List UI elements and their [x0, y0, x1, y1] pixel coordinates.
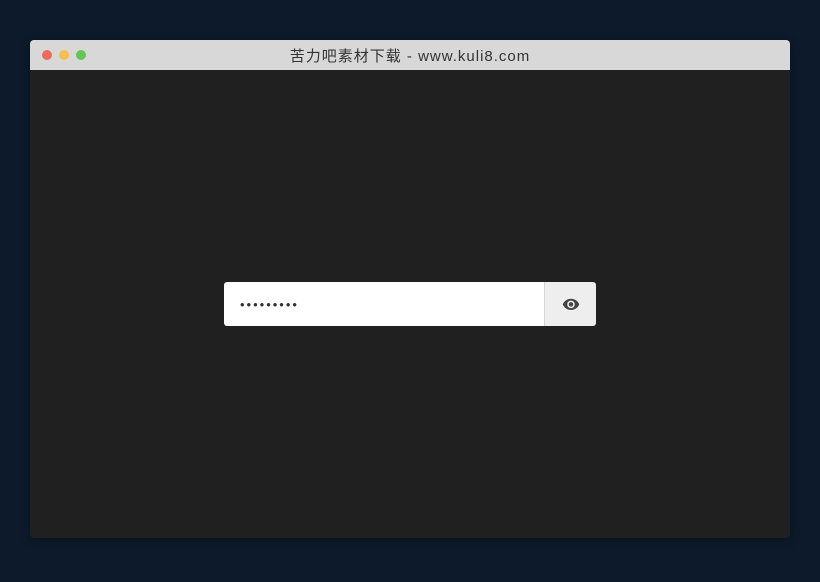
maximize-button[interactable]: [76, 50, 86, 60]
password-input[interactable]: [224, 282, 544, 326]
toggle-password-visibility-button[interactable]: [544, 282, 596, 326]
traffic-lights: [30, 50, 86, 60]
window-title: 苦力吧素材下载 - www.kuli8.com: [30, 45, 790, 66]
close-button[interactable]: [42, 50, 52, 60]
title-bar: 苦力吧素材下载 - www.kuli8.com: [30, 40, 790, 70]
app-window: 苦力吧素材下载 - www.kuli8.com: [30, 40, 790, 538]
password-field-group: [224, 282, 596, 326]
minimize-button[interactable]: [59, 50, 69, 60]
content-area: [30, 70, 790, 538]
eye-icon: [562, 295, 580, 313]
